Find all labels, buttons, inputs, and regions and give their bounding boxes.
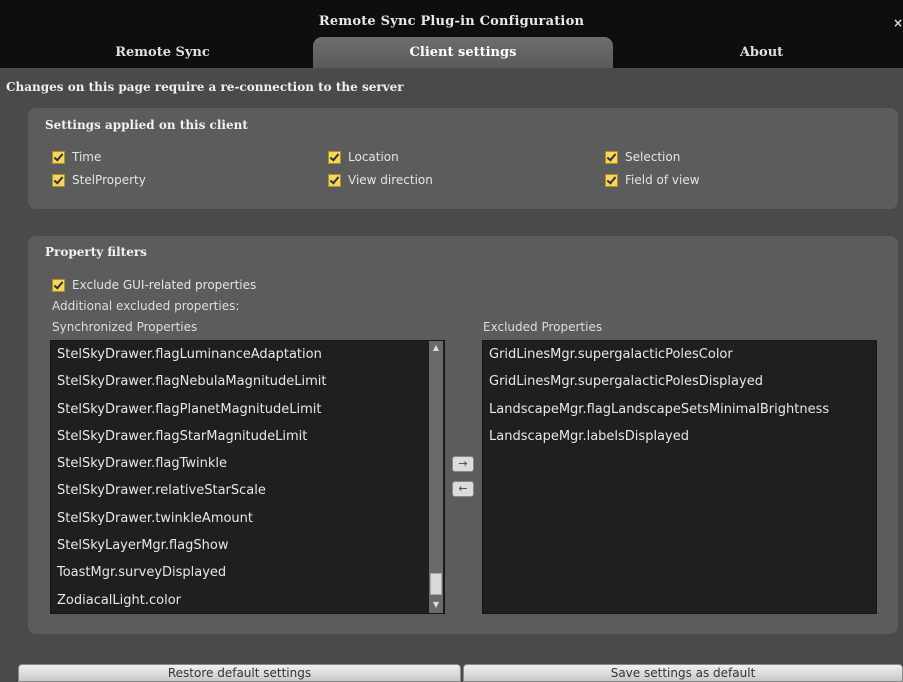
list-item[interactable]: StelSkyDrawer.twinkleAmount <box>51 505 428 532</box>
list-item[interactable]: ToastMgr.surveyDisplayed <box>51 559 428 586</box>
list-item[interactable]: StelSkyDrawer.flagStarMagnitudeLimit <box>51 423 428 450</box>
tab-about[interactable]: About <box>620 37 903 68</box>
reconnect-notice: Changes on this page require a re-connec… <box>6 80 404 94</box>
checkbox-time[interactable]: Time <box>52 149 101 165</box>
checkbox-checked-icon <box>605 150 618 164</box>
tab-client-settings[interactable]: Client settings <box>313 37 613 68</box>
list-item[interactable]: LandscapeMgr.flagLandscapeSetsMinimalBri… <box>483 396 876 423</box>
save-defaults-button[interactable]: Save settings as default <box>463 664 903 682</box>
client-settings-title: Settings applied on this client <box>45 118 248 132</box>
scrollbar-thumb[interactable] <box>430 573 442 595</box>
checkbox-checked-icon <box>328 150 341 164</box>
title-bar: Remote Sync Plug-in Configuration × <box>0 0 903 30</box>
property-filters-title: Property filters <box>45 245 147 259</box>
list-item[interactable]: GridLinesMgr.supergalacticPolesColor <box>483 341 876 368</box>
checkbox-checked-icon <box>605 173 618 187</box>
scroll-up-icon[interactable]: ▲ <box>429 342 443 354</box>
checkbox-checked-icon <box>52 278 65 292</box>
additional-excluded-label: Additional excluded properties: <box>52 299 240 313</box>
list-item[interactable]: LandscapeMgr.labelsDisplayed <box>483 423 876 450</box>
tab-bar: Remote Sync Client settings About <box>0 30 903 68</box>
window-title: Remote Sync Plug-in Configuration <box>318 14 585 29</box>
tab-remote-sync[interactable]: Remote Sync <box>20 37 305 68</box>
list-item[interactable]: GridLinesMgr.supergalacticPolesDisplayed <box>483 368 876 395</box>
list-item[interactable]: StelSkyDrawer.relativeStarScale <box>51 477 428 504</box>
checkbox-location[interactable]: Location <box>328 149 399 165</box>
list-item[interactable]: StelSkyDrawer.flagPlanetMagnitudeLimit <box>51 396 428 423</box>
checkbox-checked-icon <box>52 173 65 187</box>
checkbox-field-of-view[interactable]: Field of view <box>605 172 700 188</box>
list-item[interactable]: StelSkyLayerMgr.flagShow <box>51 532 428 559</box>
excluded-properties-label: Excluded Properties <box>483 320 603 334</box>
scroll-down-icon[interactable]: ▼ <box>429 599 443 611</box>
arrow-right-icon: → <box>458 457 468 470</box>
checkbox-selection[interactable]: Selection <box>605 149 680 165</box>
synchronized-properties-list[interactable]: StelSkyDrawer.flagLuminanceAdaptation St… <box>50 340 445 614</box>
checkbox-exclude-gui[interactable]: Exclude GUI-related properties <box>52 277 256 293</box>
synchronized-properties-label: Synchronized Properties <box>52 320 198 334</box>
list-item[interactable]: StelSkyDrawer.flagTwinkle <box>51 450 428 477</box>
vertical-scrollbar[interactable]: ▲ ▼ <box>429 341 443 613</box>
checkbox-view-direction[interactable]: View direction <box>328 172 433 188</box>
checkbox-stelproperty[interactable]: StelProperty <box>52 172 146 188</box>
excluded-properties-list[interactable]: GridLinesMgr.supergalacticPolesColor Gri… <box>482 340 877 614</box>
list-item[interactable]: ZodiacalLight.color <box>51 587 428 613</box>
checkbox-checked-icon <box>328 173 341 187</box>
move-right-button[interactable]: → <box>452 456 474 472</box>
restore-defaults-button[interactable]: Restore default settings <box>18 664 461 682</box>
move-left-button[interactable]: ← <box>452 481 474 497</box>
list-item[interactable]: StelSkyDrawer.flagLuminanceAdaptation <box>51 341 428 368</box>
checkbox-checked-icon <box>52 150 65 164</box>
close-icon[interactable]: × <box>893 16 903 30</box>
list-item[interactable]: StelSkyDrawer.flagNebulaMagnitudeLimit <box>51 368 428 395</box>
arrow-left-icon: ← <box>458 482 468 495</box>
